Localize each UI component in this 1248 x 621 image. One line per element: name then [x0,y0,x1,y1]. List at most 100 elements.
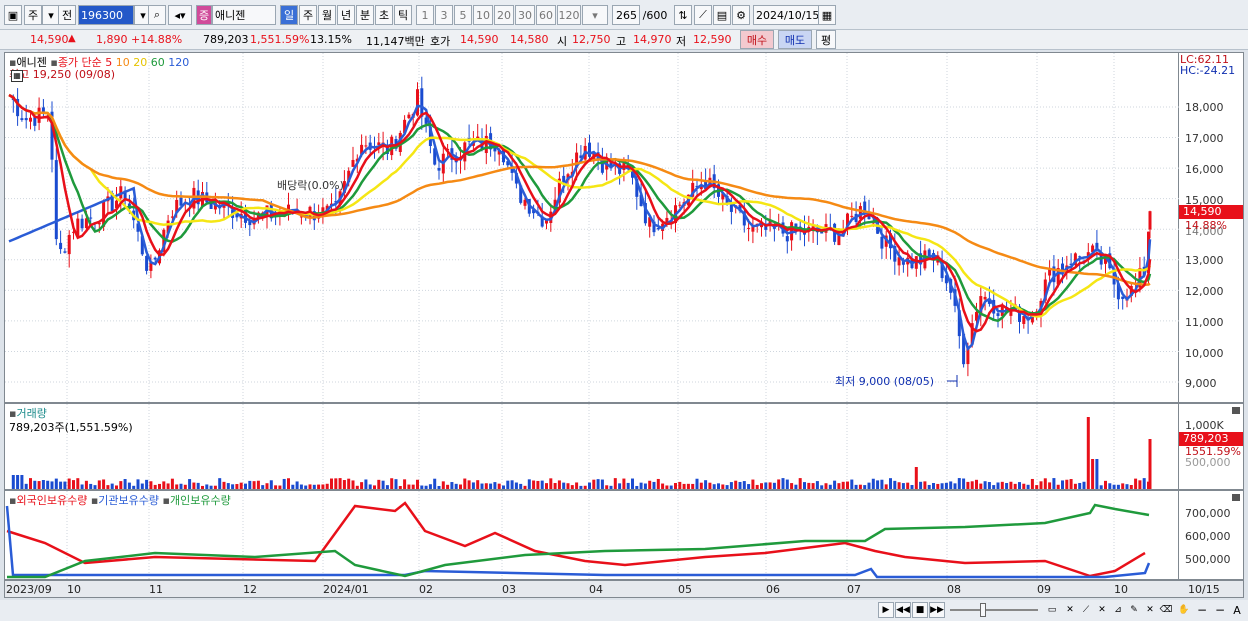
chart-settings-icon[interactable]: ⇅ [674,5,692,25]
volume-bar [828,484,832,489]
period-month[interactable]: 월 [318,5,336,25]
volume-bar [901,483,905,489]
window-icon[interactable]: ▣ [4,5,22,25]
volume-bar [729,482,733,489]
volume-bar [884,484,888,489]
volume-bar [631,478,634,489]
period-week[interactable]: 주 [299,5,317,25]
crosshair-icon[interactable]: ✕ [1062,602,1078,618]
sell-button[interactable]: 매도 [778,30,812,49]
pane-close-icon[interactable] [1232,407,1240,414]
volume-bar [768,482,772,489]
tab-stock[interactable]: 주 [24,5,42,25]
volume-bar [549,478,553,489]
volume-bar [674,483,677,489]
volume-bar [102,479,106,489]
interval-1[interactable]: 1 [416,5,434,25]
zoom-slider[interactable] [950,609,1038,611]
volume-bar [893,480,897,489]
volume-bar [213,485,217,489]
fibo-icon[interactable]: ⊿ [1110,602,1126,618]
period-year[interactable]: 년 [337,5,355,25]
volume-bar [1086,417,1090,489]
interval-10[interactable]: 10 [473,5,493,25]
trend-icon[interactable]: ⟋ [1078,602,1094,618]
font-size-icon[interactable]: A [1229,602,1245,618]
volume-bar [459,484,462,489]
tab-prev[interactable]: 전 [58,5,76,25]
speaker-icon[interactable]: ◂▾ [168,5,192,25]
stock-code-input[interactable]: 196300 [78,5,134,25]
interval-60[interactable]: 60 [536,5,556,25]
volume-pane[interactable]: ▪거래량 789,203주(1,551.59%) [4,403,1179,491]
interval-5[interactable]: 5 [454,5,472,25]
high-label: 고 [616,35,627,48]
save-icon[interactable]: ▤ [713,5,731,25]
candle-body [153,257,157,260]
search-icon[interactable]: ⌕ [148,5,166,25]
volume-bar [575,482,579,489]
volume-bar [600,479,604,489]
gear-icon[interactable]: ⚙ [732,5,750,25]
price-change: 1,890 [96,33,128,46]
interval-dropdown-icon[interactable]: ▾ [582,5,608,25]
tool-icon[interactable]: ✕ [1142,602,1158,618]
interval-30[interactable]: 30 [515,5,535,25]
volume-bar [966,481,970,489]
stock-name-field[interactable]: 애니젠 [212,5,276,25]
draw-line-icon[interactable]: ⟋ [694,5,712,25]
volume-bar [360,482,364,489]
rewind-icon[interactable]: ◀◀ [895,602,911,618]
volume-bar [54,478,58,489]
avg-button[interactable]: 평 [816,30,836,49]
volume-bar [708,482,712,489]
interval-120[interactable]: 120 [557,5,581,25]
interval-3[interactable]: 3 [435,5,453,25]
calendar-icon[interactable]: ▦ [818,5,836,25]
volume-bar [373,485,376,489]
count-input[interactable]: 265 [612,5,640,25]
grid-toggle-icon[interactable]: ▦ [11,70,23,82]
volume-bar [231,484,235,489]
period-tick[interactable]: 틱 [394,5,412,25]
play-icon[interactable]: ▶ [878,602,894,618]
volume-bar [484,483,488,489]
interval-20[interactable]: 20 [494,5,514,25]
period-minute[interactable]: 분 [356,5,374,25]
pane-close-icon[interactable] [1232,494,1240,501]
price-pane[interactable]: ▪애니젠 ▪종가 단순 5 10 20 60 120 최고 19,250 (09… [4,52,1180,404]
hand-icon[interactable]: ✋ [1176,602,1192,618]
stop-icon[interactable]: ■ [912,602,928,618]
ma-120: 120 [168,56,190,69]
volume-bar [734,480,738,489]
period-day[interactable]: 일 [280,5,298,25]
fit-icon[interactable]: ▭ [1044,602,1060,618]
volume-bar [218,478,222,489]
period-second[interactable]: 초 [375,5,393,25]
volume-bar [209,485,213,489]
ma-20: 20 [133,56,148,69]
minimize-icon[interactable]: − [1194,602,1210,618]
volume-bar [777,479,781,489]
individual-line [7,503,1150,579]
volume-bar [265,483,269,489]
volume-bar [1056,484,1060,489]
volume-bar [665,485,669,489]
buy-button[interactable]: 매수 [740,30,774,49]
eraser-icon[interactable]: ⌫ [1158,602,1174,618]
volume-bar [514,482,518,489]
date-input[interactable]: 2024/10/15 [753,5,819,25]
holdings-pane[interactable]: ▪외국인보유수량 ▪기관보유수량 ▪개인보유수량 [4,490,1179,581]
pencil-icon[interactable]: ✎ [1126,602,1142,618]
candle-body [1061,263,1064,271]
cross-icon[interactable]: ✕ [1094,602,1110,618]
candle-body [420,88,424,117]
forward-icon[interactable]: ▶▶ [929,602,945,618]
minus-icon[interactable]: − [1212,602,1228,618]
volume-bar [416,479,419,489]
volume-bar [545,483,548,489]
volume-bar [781,478,785,489]
zoom-slider-handle[interactable] [980,603,986,617]
open-label: 시 [557,35,568,48]
volume-bar [1129,485,1133,489]
